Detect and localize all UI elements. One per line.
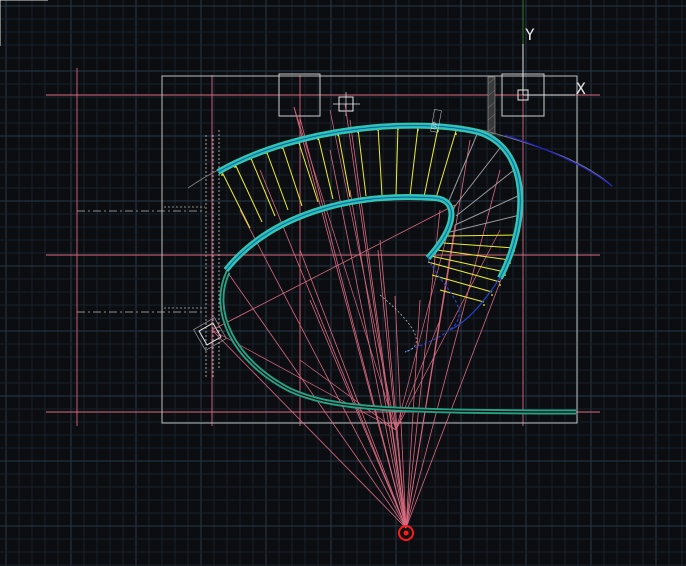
reference-dashdot-lines — [77, 206, 205, 313]
dashed-guide-verticals — [205, 130, 220, 378]
stair-plan-drawing[interactable]: UP Y X — [0, 0, 686, 566]
wall-hatch-strip — [487, 76, 496, 135]
viewport-corner-frame — [0, 0, 48, 46]
ucs-x-label: X — [576, 79, 586, 98]
lower-flight-edge-outer — [449, 277, 501, 331]
construction-axes — [46, 68, 600, 426]
origin-marker[interactable] — [398, 525, 414, 541]
ucs-y-label: Y — [525, 25, 535, 44]
direction-note-text: UP — [431, 121, 439, 130]
inner-stringer[interactable] — [223, 194, 455, 272]
cad-model-viewport[interactable]: UP Y X — [0, 0, 686, 566]
grip-square-left[interactable] — [193, 317, 227, 351]
